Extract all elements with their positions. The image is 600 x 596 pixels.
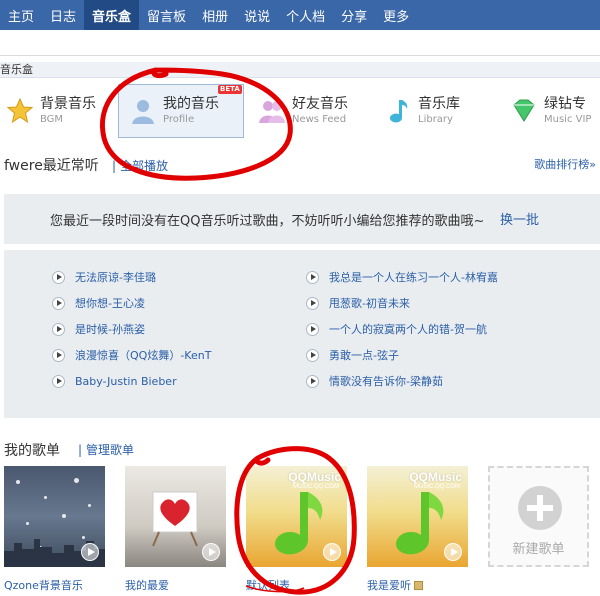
play-icon[interactable] (52, 296, 65, 310)
play-icon[interactable] (444, 543, 462, 561)
play-all-link[interactable]: | 全部播放 (112, 157, 168, 174)
manage-playlists-link[interactable]: | 管理歌单 (78, 441, 134, 458)
refresh-link[interactable]: 换一批 (500, 209, 539, 228)
cover-brand: QQMusic (409, 470, 462, 484)
nav-item-guestbook[interactable]: 留言板 (139, 0, 194, 30)
section-label: 音乐盒 (0, 62, 600, 78)
playlist-cover-favorites[interactable] (125, 466, 226, 567)
nav-item-more[interactable]: 更多 (375, 0, 417, 30)
song-title: 我总是一个人在练习一个人-林宥嘉 (329, 271, 498, 284)
song-title: 情歌没有告诉你-梁静茹 (329, 375, 443, 388)
playlist-cover-default[interactable]: QQMusic MUSIC.QQ.COM (246, 466, 347, 567)
nav-item-talk[interactable]: 说说 (236, 0, 278, 30)
song-title: 一个人的寂寞两个人的错-贺一航 (329, 323, 487, 336)
friends-icon (258, 97, 286, 125)
play-icon[interactable] (306, 348, 319, 362)
song-title: 甩葱歌-初音未来 (329, 297, 410, 310)
play-icon[interactable] (306, 270, 319, 284)
song-list: 无法原谅-李佳璐 想你想-王心凌 是时候-孙燕姿 浪漫惊喜（QQ炫舞）-KenT… (4, 250, 600, 418)
song-title: 想你想-王心凌 (75, 297, 145, 310)
playlist-caption[interactable]: Qzone背景音乐 (4, 577, 83, 593)
play-icon[interactable] (306, 322, 319, 336)
tab-friends-music-subtitle: News Feed (292, 113, 347, 125)
list-item[interactable]: 浪漫惊喜（QQ炫舞）-KenT (52, 346, 211, 364)
play-icon[interactable] (52, 322, 65, 336)
song-title: 浪漫惊喜（QQ炫舞）-KenT (75, 349, 212, 362)
play-icon[interactable] (202, 543, 220, 561)
song-title: 是时候-孙燕姿 (75, 323, 145, 336)
user-icon (129, 97, 157, 125)
tab-bgm[interactable]: 背景音乐 BGM (6, 84, 96, 138)
song-title: 勇敢一点-弦子 (329, 349, 399, 362)
tab-library-subtitle: Library (418, 113, 453, 125)
play-icon[interactable] (323, 543, 341, 561)
nav-item-share[interactable]: 分享 (333, 0, 375, 30)
tab-library-title: 音乐库 (418, 95, 460, 112)
playlist-caption[interactable]: 我的最爱 (125, 577, 169, 593)
tab-friends-music[interactable]: 好友音乐 News Feed (258, 84, 348, 138)
new-playlist-label: 新建歌单 (512, 542, 565, 557)
nav-item-musicbox[interactable]: 音乐盒 (84, 0, 140, 30)
playlist-caption: 我是爱听 (367, 579, 411, 592)
list-item[interactable]: 无法原谅-李佳璐 (52, 268, 156, 286)
lock-icon (414, 581, 423, 590)
play-icon[interactable] (306, 296, 319, 310)
recommend-notice: 您最近一段时间没有在QQ音乐听过歌曲，不妨听听小编给您推荐的歌曲哦~ 换一批 (4, 194, 600, 244)
playlist-cover-love-listen[interactable]: QQMusic MUSIC.QQ.COM (367, 466, 468, 567)
star-icon (6, 97, 34, 125)
nav-item-blog[interactable]: 日志 (42, 0, 84, 30)
new-playlist-button[interactable]: 新建歌单 (488, 466, 589, 567)
music-tabs: 背景音乐 BGM 我的音乐 Profile 好友音乐 News Feed 音乐库… (0, 84, 600, 140)
play-icon[interactable] (306, 374, 319, 388)
list-item[interactable]: 我总是一个人在练习一个人-林宥嘉 (306, 268, 498, 286)
recent-title: fwere最近常听 (4, 158, 99, 174)
play-icon[interactable] (52, 270, 65, 284)
list-item[interactable]: 想你想-王心凌 (52, 294, 145, 312)
song-title: Baby-Justin Bieber (75, 374, 177, 388)
list-item[interactable]: 甩葱歌-初音未来 (306, 294, 410, 312)
music-note-icon (384, 97, 412, 125)
playlist-caption[interactable]: 默认列表 (246, 577, 290, 593)
list-item[interactable]: 是时候-孙燕姿 (52, 320, 145, 338)
separator: | (112, 159, 117, 173)
qq-music-note-icon (275, 492, 323, 555)
tab-bgm-title: 背景音乐 (40, 95, 96, 112)
play-icon[interactable] (52, 348, 65, 362)
tab-music-vip[interactable]: 绿钻专 Music VIP (510, 84, 591, 138)
green-diamond-icon (510, 97, 538, 125)
list-item[interactable]: 勇敢一点-弦子 (306, 346, 399, 364)
separator: | (78, 443, 83, 457)
my-playlists-title: 我的歌单 (4, 443, 60, 459)
playlist-cover-qzone-bgm[interactable] (4, 466, 105, 567)
notice-message: 您最近一段时间没有在QQ音乐听过歌曲，不妨听听小编给您推荐的歌曲哦~ (50, 214, 485, 229)
qq-music-note-icon (396, 492, 444, 555)
nav-item-album[interactable]: 相册 (194, 0, 236, 30)
ranking-link[interactable]: 歌曲排行榜» (534, 156, 596, 172)
cover-brand: QQMusic (288, 470, 341, 484)
tab-bgm-subtitle: BGM (40, 113, 64, 125)
plus-icon (518, 486, 562, 530)
list-item[interactable]: 一个人的寂寞两个人的错-贺一航 (306, 320, 487, 338)
play-icon[interactable] (81, 543, 99, 561)
song-title: 无法原谅-李佳璐 (75, 271, 156, 284)
play-all-label: 全部播放 (120, 159, 169, 173)
nav-item-profile[interactable]: 个人档 (278, 0, 333, 30)
play-icon[interactable] (52, 374, 65, 388)
tab-music-vip-subtitle: Music VIP (544, 113, 592, 125)
tab-friends-music-title: 好友音乐 (292, 95, 348, 112)
nav-item-home[interactable]: 主页 (0, 0, 42, 30)
nav-underbar (0, 30, 600, 56)
manage-label: 管理歌单 (86, 443, 135, 457)
tab-library[interactable]: 音乐库 Library (384, 84, 460, 138)
top-nav: 主页 日志 音乐盒 留言板 相册 说说 个人档 分享 更多 (0, 0, 600, 30)
tab-music-vip-title: 绿钻专 (544, 95, 586, 112)
playlist-caption-wrap[interactable]: 我是爱听 (367, 577, 423, 593)
list-item[interactable]: 情歌没有告诉你-梁静茹 (306, 372, 443, 390)
tab-my-music-subtitle: Profile (163, 113, 195, 125)
tab-my-music-title: 我的音乐 (163, 95, 219, 112)
beta-badge: BETA (218, 85, 242, 94)
list-item[interactable]: Baby-Justin Bieber (52, 372, 177, 390)
